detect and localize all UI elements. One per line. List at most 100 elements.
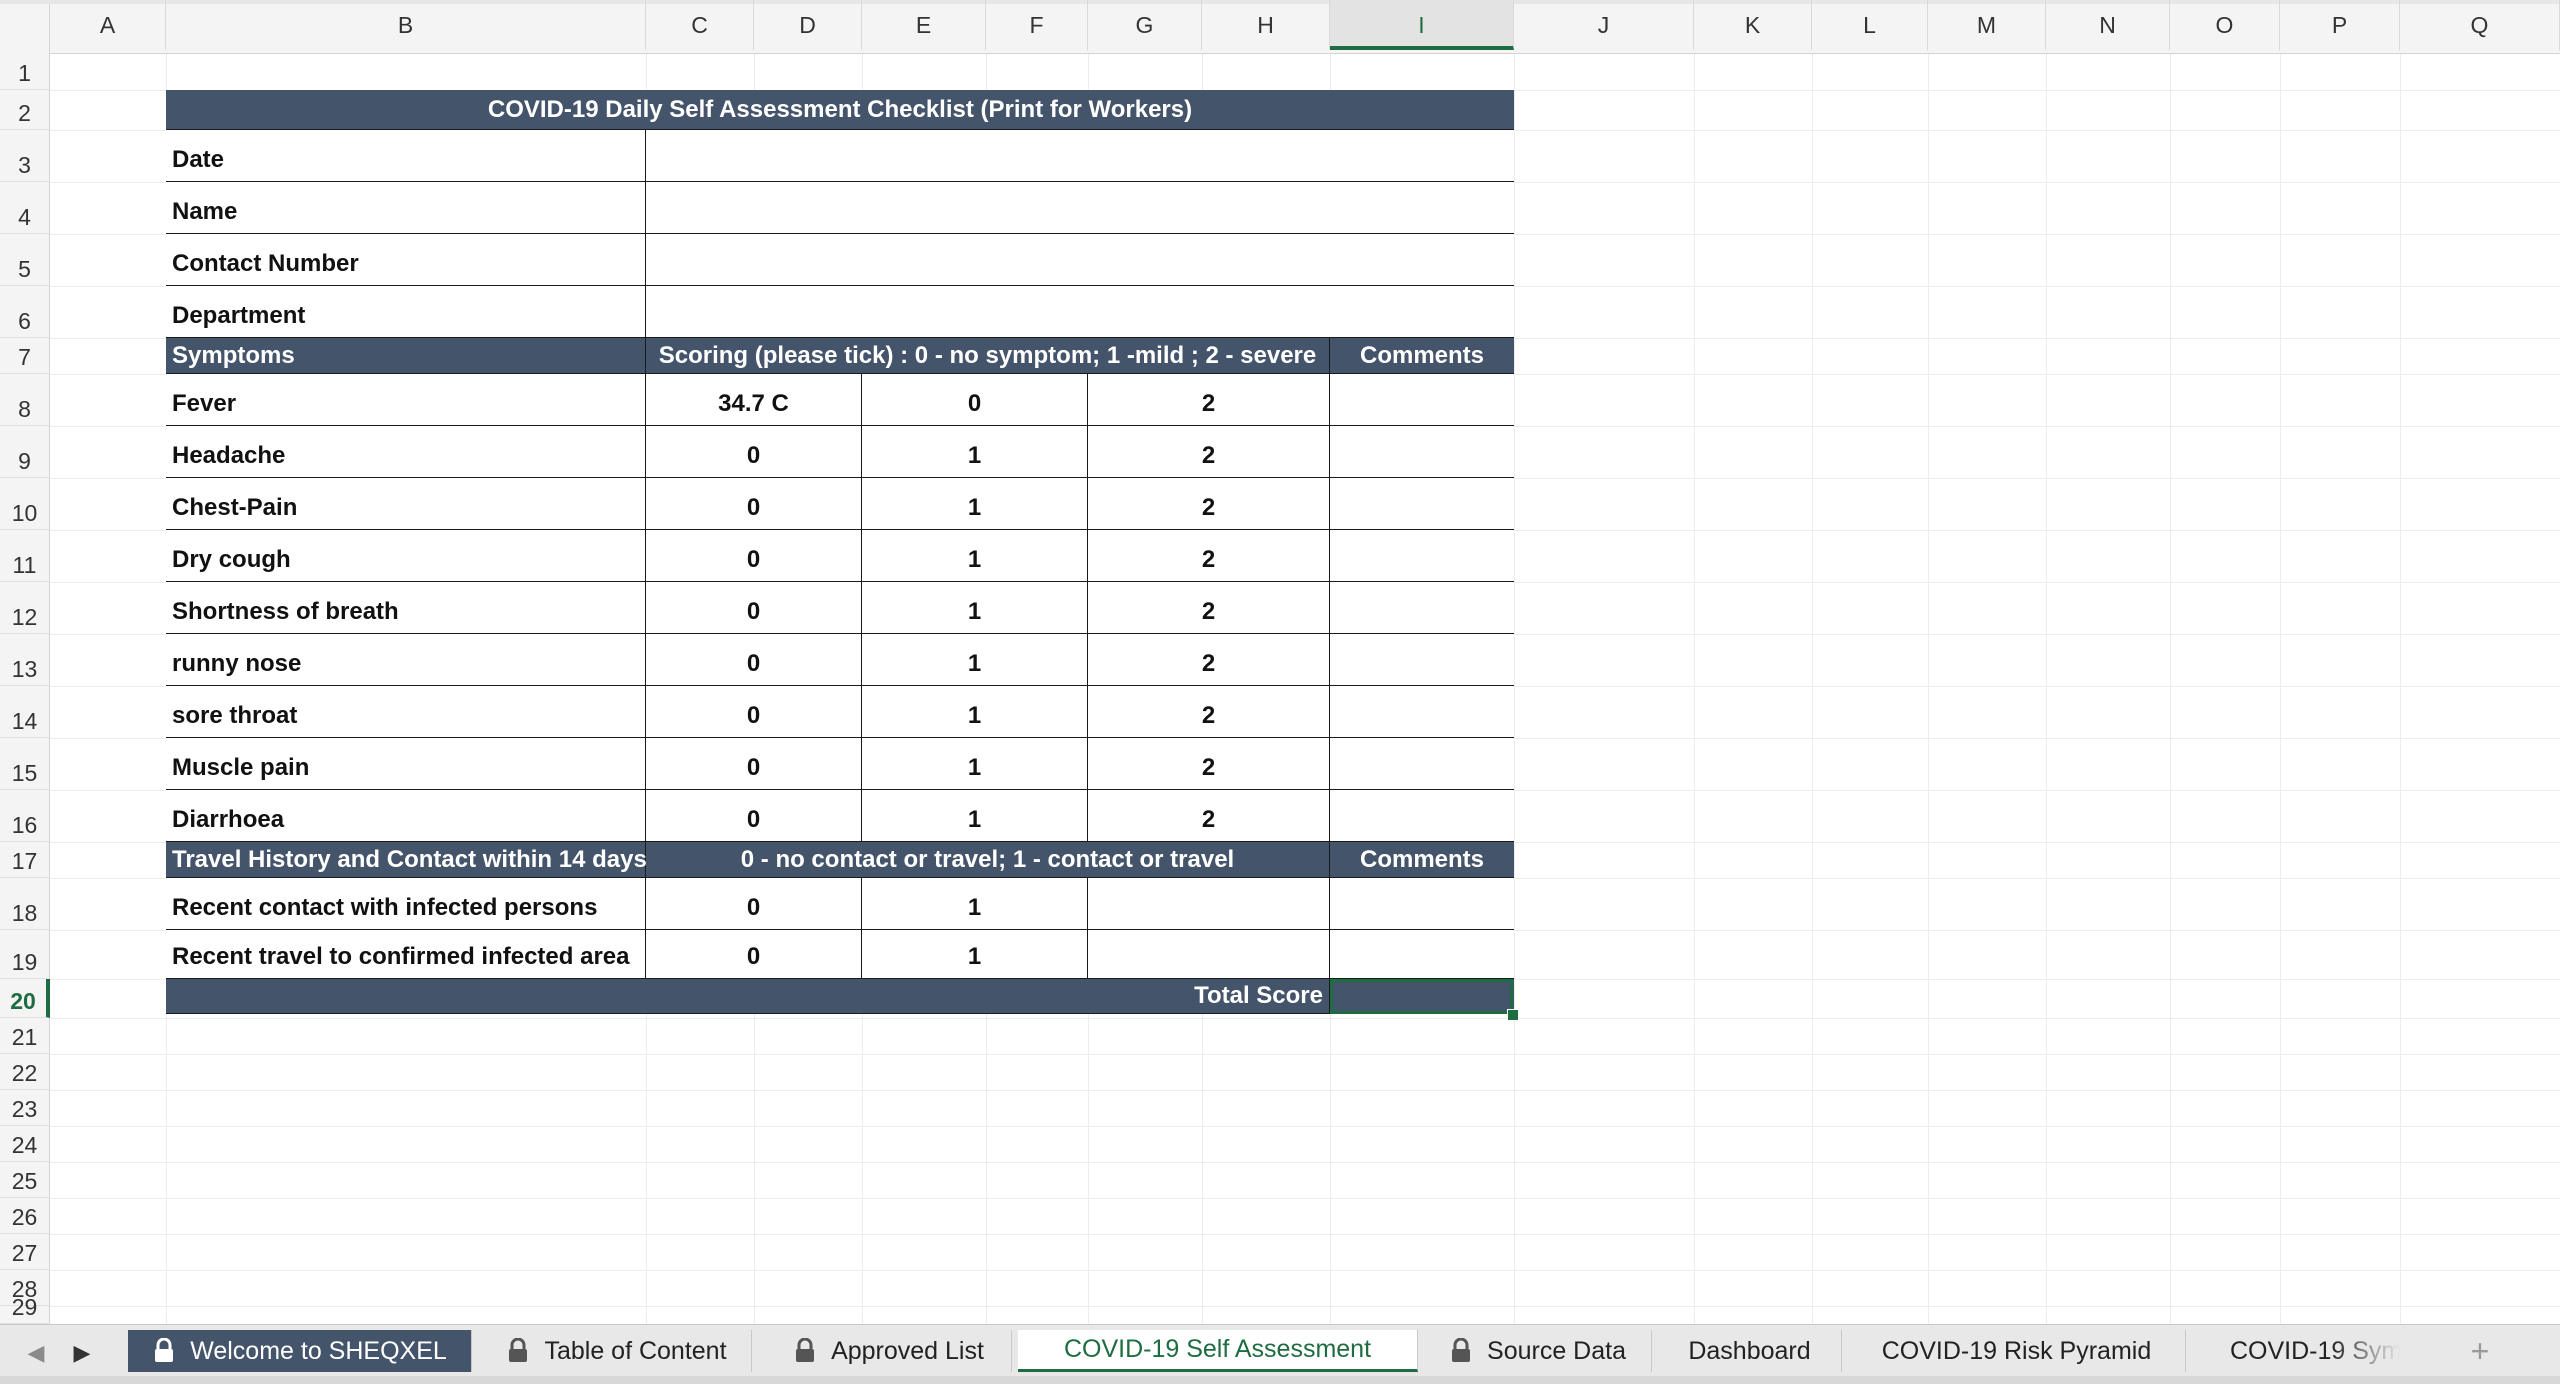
row-header-11[interactable]: 11 [0, 530, 50, 582]
column-header-j[interactable]: J [1514, 0, 1694, 50]
row-header-22[interactable]: 22 [0, 1054, 50, 1090]
row-header-1[interactable]: 1 [0, 54, 50, 90]
row-header-12[interactable]: 12 [0, 582, 50, 634]
column-header-h[interactable]: H [1202, 0, 1330, 50]
column-header-e[interactable]: E [862, 0, 986, 50]
symptom-comment-cell[interactable] [1330, 738, 1514, 790]
row-header-27[interactable]: 27 [0, 1234, 50, 1270]
column-header-k[interactable]: K [1694, 0, 1812, 50]
row-header-17[interactable]: 17 [0, 842, 50, 878]
info-value-department[interactable] [646, 286, 1514, 338]
row-header-8[interactable]: 8 [0, 374, 50, 426]
tab-dashboard[interactable]: Dashboard [1658, 1330, 1842, 1372]
row-header-21[interactable]: 21 [0, 1018, 50, 1054]
symptom-score-c[interactable]: 0 [646, 738, 862, 790]
symptom-score-g[interactable]: 2 [1088, 686, 1330, 738]
row-header-13[interactable]: 13 [0, 634, 50, 686]
symptom-comment-cell[interactable] [1330, 634, 1514, 686]
row-header-5[interactable]: 5 [0, 234, 50, 286]
travel-score-c[interactable]: 0 [646, 878, 862, 930]
symptom-comment-cell[interactable] [1330, 790, 1514, 842]
column-header-c[interactable]: C [646, 0, 754, 50]
row-header-9[interactable]: 9 [0, 426, 50, 478]
symptom-comment-cell[interactable] [1330, 374, 1514, 426]
column-header-q[interactable]: Q [2400, 0, 2560, 50]
row-header-19[interactable]: 19 [0, 930, 50, 979]
row-header-4[interactable]: 4 [0, 182, 50, 234]
row-header-18[interactable]: 18 [0, 878, 50, 930]
symptom-score-e[interactable]: 1 [862, 790, 1088, 842]
tab-approved-list[interactable]: Approved List [766, 1330, 1012, 1372]
row-header-14[interactable]: 14 [0, 686, 50, 738]
row-header-6[interactable]: 6 [0, 286, 50, 338]
symptom-score-e[interactable]: 1 [862, 582, 1088, 634]
symptom-score-e[interactable]: 0 [862, 374, 1088, 426]
symptom-score-g[interactable]: 2 [1088, 634, 1330, 686]
symptom-score-e[interactable]: 1 [862, 426, 1088, 478]
column-header-n[interactable]: N [2046, 0, 2170, 50]
column-header-d[interactable]: D [754, 0, 862, 50]
symptom-score-c[interactable]: 0 [646, 634, 862, 686]
prev-sheet-arrow-icon[interactable]: ◀ [22, 1336, 50, 1370]
info-value-contact-number[interactable] [646, 234, 1514, 286]
row-header-29[interactable]: 29 [0, 1294, 50, 1324]
symptom-score-c[interactable]: 0 [646, 530, 862, 582]
row-header-7[interactable]: 7 [0, 338, 50, 374]
symptom-score-e[interactable]: 1 [862, 738, 1088, 790]
symptom-score-e[interactable]: 1 [862, 686, 1088, 738]
row-header-24[interactable]: 24 [0, 1126, 50, 1162]
row-header-16[interactable]: 16 [0, 790, 50, 842]
column-header-o[interactable]: O [2170, 0, 2280, 50]
symptom-comment-cell[interactable] [1330, 530, 1514, 582]
row-header-20[interactable]: 20 [0, 979, 50, 1018]
symptom-score-e[interactable]: 1 [862, 634, 1088, 686]
symptom-score-g[interactable]: 2 [1088, 738, 1330, 790]
row-header-3[interactable]: 3 [0, 130, 50, 182]
symptom-comment-cell[interactable] [1330, 686, 1514, 738]
symptom-score-c[interactable]: 0 [646, 582, 862, 634]
travel-score-e[interactable]: 1 [862, 930, 1088, 979]
travel-empty-cell[interactable] [1088, 930, 1330, 979]
symptom-comment-cell[interactable] [1330, 426, 1514, 478]
travel-score-e[interactable]: 1 [862, 878, 1088, 930]
column-header-m[interactable]: M [1928, 0, 2046, 50]
symptom-score-c[interactable]: 0 [646, 686, 862, 738]
travel-score-c[interactable]: 0 [646, 930, 862, 979]
travel-comment-cell[interactable] [1330, 878, 1514, 930]
column-header-g[interactable]: G [1088, 0, 1202, 50]
symptom-score-c[interactable]: 0 [646, 426, 862, 478]
row-header-26[interactable]: 26 [0, 1198, 50, 1234]
travel-comment-cell[interactable] [1330, 930, 1514, 979]
row-header-15[interactable]: 15 [0, 738, 50, 790]
tab-table-of-content[interactable]: Table of Content [482, 1330, 752, 1372]
next-sheet-arrow-icon[interactable]: ▶ [68, 1336, 96, 1370]
select-all-corner[interactable] [0, 4, 50, 54]
symptom-comment-cell[interactable] [1330, 478, 1514, 530]
symptom-score-g[interactable]: 2 [1088, 530, 1330, 582]
symptom-score-e[interactable]: 1 [862, 478, 1088, 530]
symptom-score-g[interactable]: 2 [1088, 374, 1330, 426]
tab-source-data[interactable]: Source Data [1424, 1330, 1652, 1372]
row-header-23[interactable]: 23 [0, 1090, 50, 1126]
tab-covid-19-risk-pyramid[interactable]: COVID-19 Risk Pyramid [1848, 1330, 2186, 1372]
row-header-2[interactable]: 2 [0, 90, 50, 130]
column-header-a[interactable]: A [50, 0, 166, 50]
column-header-b[interactable]: B [166, 0, 646, 50]
info-value-name[interactable] [646, 182, 1514, 234]
symptom-comment-cell[interactable] [1330, 582, 1514, 634]
selected-cell-i20[interactable] [1330, 979, 1513, 1014]
symptom-score-e[interactable]: 1 [862, 530, 1088, 582]
row-header-10[interactable]: 10 [0, 478, 50, 530]
fill-handle[interactable] [1507, 1009, 1519, 1021]
add-sheet-button[interactable]: + [2440, 1330, 2520, 1372]
symptom-score-c[interactable]: 0 [646, 478, 862, 530]
symptom-score-c[interactable]: 0 [646, 790, 862, 842]
symptom-score-g[interactable]: 2 [1088, 426, 1330, 478]
tab-welcome-to-sheqxel[interactable]: Welcome to SHEQXEL [128, 1330, 472, 1372]
travel-empty-cell[interactable] [1088, 878, 1330, 930]
symptom-score-g[interactable]: 2 [1088, 478, 1330, 530]
column-header-i[interactable]: I [1330, 0, 1514, 50]
row-header-25[interactable]: 25 [0, 1162, 50, 1198]
symptom-score-g[interactable]: 2 [1088, 790, 1330, 842]
symptom-score-g[interactable]: 2 [1088, 582, 1330, 634]
